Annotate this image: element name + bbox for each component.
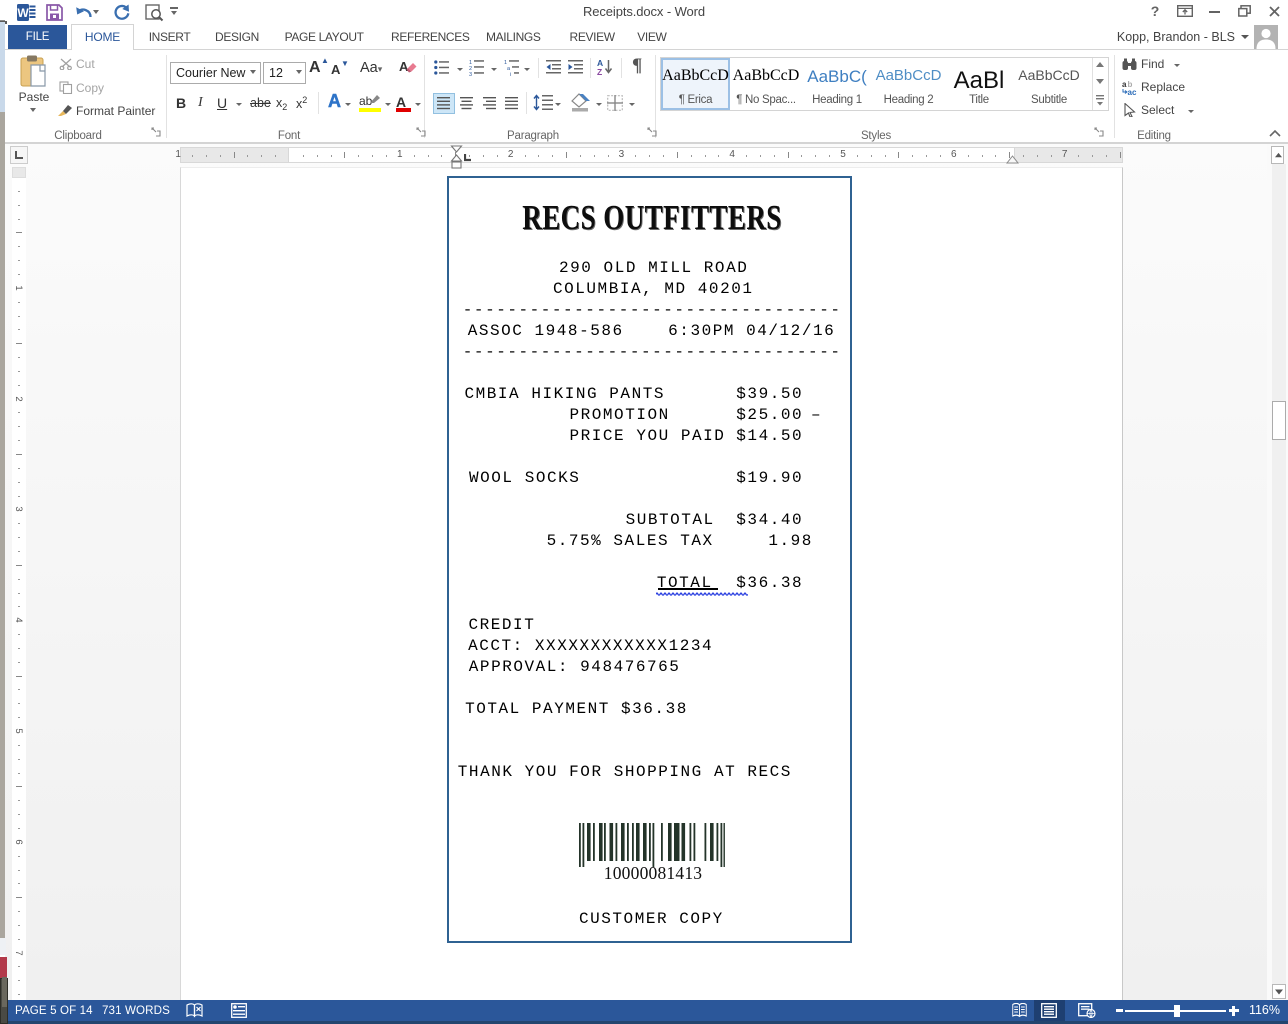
- svg-text:W: W: [17, 6, 29, 20]
- svg-text:i: i: [510, 72, 511, 76]
- svg-text:a: a: [1122, 80, 1127, 89]
- svg-text:3: 3: [469, 72, 472, 76]
- svg-text:ac: ac: [1128, 88, 1137, 95]
- svg-text:Z: Z: [597, 67, 602, 76]
- svg-text:A: A: [399, 59, 409, 74]
